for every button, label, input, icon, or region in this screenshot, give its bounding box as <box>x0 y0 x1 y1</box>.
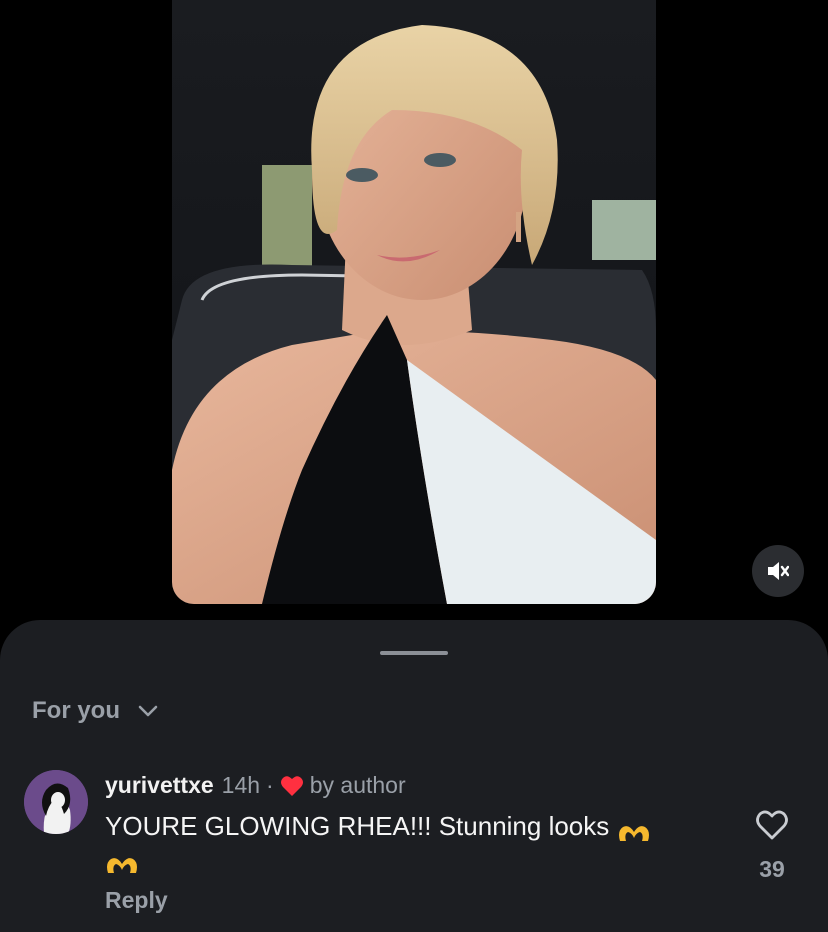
sort-dropdown[interactable]: For you <box>32 697 158 725</box>
comment-text-block: YOURE GLOWING RHEA!!! Stunning looks <box>105 810 665 874</box>
drag-handle[interactable] <box>380 651 448 655</box>
comments-sheet: For you yurivettxe 14h · by author YOURE… <box>0 620 828 932</box>
comment-text: YOURE GLOWING RHEA!!! Stunning looks <box>105 811 610 841</box>
comment-item: yurivettxe 14h · by author YOURE GLOWING… <box>24 770 804 920</box>
comment-meta: yurivettxe 14h · by author <box>105 772 406 799</box>
comment-time: 14h <box>221 772 261 798</box>
like-button[interactable] <box>755 809 789 841</box>
heart-hands-emoji <box>105 850 139 874</box>
red-heart-icon <box>280 775 304 797</box>
mute-button[interactable] <box>752 545 804 597</box>
reply-button[interactable]: Reply <box>105 887 168 914</box>
liked-by-author-label: by author <box>309 772 406 798</box>
comment-username[interactable]: yurivettxe <box>105 772 214 799</box>
selfie-image <box>172 0 656 604</box>
chevron-down-icon <box>138 705 158 717</box>
separator-dot: · <box>266 772 274 798</box>
heart-outline-icon <box>756 810 788 840</box>
post-photo[interactable] <box>172 0 656 604</box>
heart-hands-emoji <box>617 818 651 842</box>
speaker-muted-icon <box>768 562 789 580</box>
avatar[interactable] <box>24 770 88 834</box>
sort-label: For you <box>32 697 120 724</box>
like-count: 39 <box>759 856 785 882</box>
